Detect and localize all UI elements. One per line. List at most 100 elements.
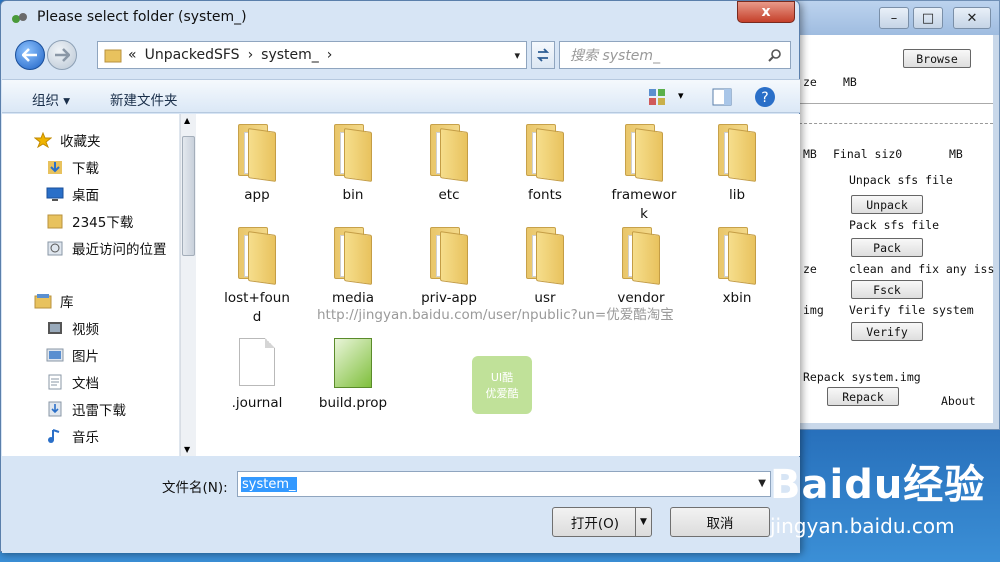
- back-button[interactable]: [15, 40, 45, 70]
- refresh-button[interactable]: [531, 41, 555, 69]
- refresh-icon: [536, 48, 550, 62]
- repack-button[interactable]: Repack: [827, 387, 899, 406]
- pack-button[interactable]: Pack: [851, 238, 923, 257]
- view-options-icon[interactable]: [648, 88, 666, 106]
- size-unit: MB: [843, 75, 857, 89]
- view-dropdown-icon[interactable]: ▾: [678, 89, 684, 102]
- folder-item-etc[interactable]: etc: [404, 124, 494, 205]
- dialog-close-button[interactable]: x: [737, 1, 795, 23]
- filename-label: 文件名(N):: [162, 480, 228, 496]
- nav-item-recent[interactable]: 最近访问的位置: [46, 236, 167, 260]
- unpack-button[interactable]: Unpack: [851, 195, 923, 214]
- nav-favorites[interactable]: 收藏夹: [34, 128, 101, 152]
- sfs-tool-window: – □ ✕ Browse ze MB MB Final siz0 MB Unpa…: [790, 0, 1000, 430]
- nav-scrollbar[interactable]: ▲ ▼: [180, 114, 196, 456]
- open-button[interactable]: 打开(O) ▼: [552, 507, 652, 537]
- folder-item-app[interactable]: app: [212, 124, 302, 205]
- folder-icon: [714, 124, 760, 182]
- baidu-url: jingyan.baidu.com: [770, 514, 955, 538]
- folder-item-usr[interactable]: usr: [500, 227, 590, 308]
- address-overflow[interactable]: «: [128, 47, 137, 63]
- folder-icon: [234, 124, 280, 182]
- tool-panel: Browse ze MB MB Final siz0 MB Unpack sfs…: [799, 35, 995, 423]
- search-input[interactable]: 搜索 system_: [559, 41, 791, 69]
- baidu-watermark: Baidu经验 jingyan.baidu.com: [770, 452, 1000, 542]
- address-dropdown-icon[interactable]: ▾: [514, 49, 520, 62]
- pictures-icon: [46, 348, 64, 362]
- clean-title: clean and fix any iss: [849, 262, 995, 276]
- scrollbar-thumb[interactable]: [182, 136, 195, 256]
- divider: [799, 103, 993, 104]
- nav-item-documents[interactable]: 文档: [46, 370, 99, 394]
- folder-icon: [522, 124, 568, 182]
- folder-item-lost-found[interactable]: lost+found: [212, 227, 302, 327]
- folder-icon: [621, 124, 667, 182]
- nav-libraries[interactable]: 库: [34, 289, 74, 313]
- pack-title: Pack sfs file: [849, 218, 940, 232]
- size-unit-2: MB: [803, 147, 817, 161]
- nav-item-downloads[interactable]: 下载: [46, 155, 99, 179]
- unpack-title: Unpack sfs file: [849, 173, 953, 187]
- scroll-down-icon[interactable]: ▼: [184, 445, 190, 454]
- file-name: bin: [342, 187, 364, 203]
- filename-dropdown-icon[interactable]: ▼: [758, 478, 766, 489]
- repack-title: Repack system.img: [803, 370, 921, 384]
- nav-item-music[interactable]: 音乐: [46, 424, 99, 448]
- navigation-pane: 收藏夹 下载 桌面 2345下载 最近访问的位置 库 视频 图片 文档 迅雷下载…: [2, 114, 180, 456]
- address-bar[interactable]: « UnpackedSFS › system_ › ▾: [97, 41, 527, 69]
- search-icon: [768, 49, 781, 62]
- minimize-button[interactable]: –: [879, 7, 909, 29]
- folder-dialog: Please select folder (system_) x « Unpac…: [0, 0, 800, 553]
- folder-item-priv-app[interactable]: priv-app: [404, 227, 494, 308]
- about-link[interactable]: About: [941, 394, 976, 408]
- breadcrumb-separator-2[interactable]: ›: [327, 47, 333, 63]
- cancel-button[interactable]: 取消: [670, 507, 770, 537]
- forward-arrow-icon: [55, 48, 70, 62]
- folder-item-bin[interactable]: bin: [308, 124, 398, 205]
- file-name: .journal: [231, 395, 283, 411]
- file-item-journal[interactable]: .journal: [212, 334, 302, 413]
- tool-close-button[interactable]: ✕: [953, 7, 991, 29]
- nav-item-pictures[interactable]: 图片: [46, 343, 99, 367]
- scroll-up-icon[interactable]: ▲: [184, 116, 190, 125]
- nav-item-2345-downloads[interactable]: 2345下载: [46, 209, 133, 233]
- breadcrumb-separator[interactable]: ›: [248, 47, 254, 63]
- preview-pane-icon[interactable]: [712, 88, 732, 106]
- folder-item-framework[interactable]: framework: [596, 124, 692, 224]
- fsck-button[interactable]: Fsck: [851, 280, 923, 299]
- forward-button[interactable]: [47, 40, 77, 70]
- file-name: lost+found: [224, 290, 290, 325]
- new-folder-button[interactable]: 新建文件夹: [110, 89, 178, 109]
- verify-button[interactable]: Verify: [851, 322, 923, 341]
- maximize-button[interactable]: □: [913, 7, 943, 29]
- filename-input[interactable]: system_ ▼: [237, 471, 771, 497]
- organize-menu[interactable]: 组织 ▾: [32, 89, 70, 109]
- nav-item-thunder-downloads[interactable]: 迅雷下载: [46, 397, 126, 421]
- open-dropdown-icon[interactable]: ▼: [635, 508, 651, 536]
- folder-item-lib[interactable]: lib: [692, 124, 782, 205]
- nav-item-videos[interactable]: 视频: [46, 316, 99, 340]
- baidu-logo: Baidu经验: [770, 462, 986, 508]
- file-name: lib: [728, 187, 746, 203]
- folder-icon: [618, 227, 664, 285]
- folder-icon: [426, 227, 472, 285]
- breadcrumb-unpackedsfs[interactable]: UnpackedSFS: [145, 47, 240, 63]
- folder-item-xbin[interactable]: xbin: [692, 227, 782, 308]
- dialog-title: Please select folder (system_): [37, 9, 247, 25]
- file-name: etc: [438, 187, 460, 203]
- folder-item-fonts[interactable]: fonts: [500, 124, 590, 205]
- video-icon: [48, 322, 62, 334]
- nav-item-desktop[interactable]: 桌面: [46, 182, 99, 206]
- browse-button[interactable]: Browse: [903, 49, 971, 68]
- folder-icon: [714, 227, 760, 285]
- filename-value: system_: [241, 476, 297, 492]
- file-item-build-prop[interactable]: build.prop: [308, 334, 398, 413]
- folder-item-media[interactable]: media: [308, 227, 398, 308]
- prop-file-icon: [334, 338, 372, 388]
- folder-item-vendor[interactable]: vendor: [596, 227, 686, 308]
- breadcrumb-system[interactable]: system_: [261, 47, 319, 63]
- help-icon[interactable]: ?: [754, 86, 776, 108]
- folder-icon: [330, 227, 376, 285]
- nav-favorites-label: 收藏夹: [60, 134, 101, 150]
- nav-item-label: 最近访问的位置: [72, 242, 167, 258]
